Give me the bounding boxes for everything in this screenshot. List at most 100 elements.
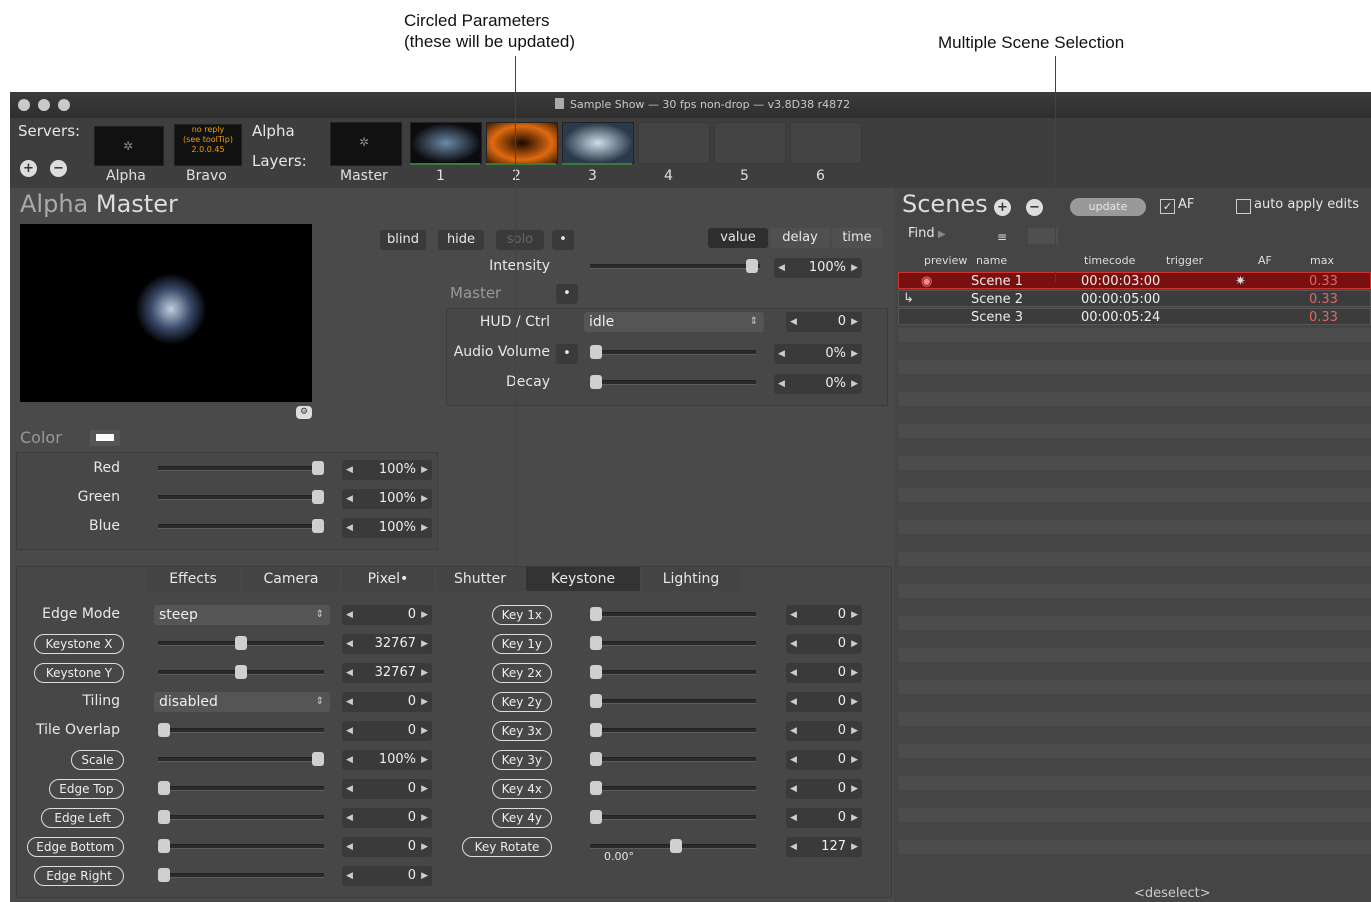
param-scale-slider[interactable] [158,752,324,766]
decrement-icon[interactable]: ◀ [346,721,353,741]
param-key-rotate-slider[interactable] [590,839,756,853]
increment-icon[interactable]: ▶ [851,344,858,364]
solo-toggle-button[interactable]: • [552,230,574,250]
scene-row[interactable]: Scene 3 00:00:05:24 0.33 [898,308,1371,325]
increment-icon[interactable]: ▶ [851,312,858,332]
increment-icon[interactable]: ▶ [421,779,428,799]
increment-icon[interactable]: ▶ [421,634,428,654]
param-edge-right-stepper[interactable]: ◀ 0 ▶ [342,866,432,886]
hide-button[interactable]: hide [438,230,484,250]
decrement-icon[interactable]: ◀ [790,750,797,770]
tab-camera[interactable]: Camera [242,567,340,591]
decrement-icon[interactable]: ◀ [346,518,353,538]
param-key-1y-slider[interactable] [590,636,756,650]
decrement-icon[interactable]: ◀ [790,634,797,654]
increment-icon[interactable]: ▶ [851,808,858,828]
param-tile-overlap-stepper[interactable]: ◀ 0 ▶ [342,721,432,741]
intensity-slider[interactable] [590,259,760,273]
tab-delay[interactable]: delay [770,228,830,248]
hud-select[interactable]: idle ⇕ [584,312,764,332]
blue-stepper[interactable]: ◀ 100% ▶ [342,518,432,538]
audio-slider-knob[interactable] [590,345,602,359]
layer-master-thumb[interactable]: ✲ [330,122,402,166]
param-key-3x-stepper[interactable]: ◀ 0 ▶ [786,721,862,741]
layer-3-thumb[interactable] [562,122,634,164]
close-window-icon[interactable] [18,99,30,111]
decrement-icon[interactable]: ◀ [778,374,785,394]
decrement-icon[interactable]: ◀ [346,489,353,509]
param-edge-top-knob[interactable] [158,781,170,795]
decrement-icon[interactable]: ◀ [346,750,353,770]
audio-volume-slider[interactable] [590,345,756,359]
increment-icon[interactable]: ▶ [421,663,428,683]
param-key-1x-knob[interactable] [590,607,602,621]
param-edge-left-knob[interactable] [158,810,170,824]
green-stepper[interactable]: ◀ 100% ▶ [342,489,432,509]
blue-slider-knob[interactable] [312,519,324,533]
increment-icon[interactable]: ▶ [851,663,858,683]
decrement-icon[interactable]: ◀ [346,866,353,886]
filter-field[interactable] [1028,228,1058,244]
decrement-icon[interactable]: ◀ [778,344,785,364]
find-label[interactable]: Find ▶ [908,226,946,241]
increment-icon[interactable]: ▶ [421,750,428,770]
param-edge-left-stepper[interactable]: ◀ 0 ▶ [342,808,432,828]
param-key-1x-slider[interactable] [590,607,756,621]
param-keystone-y-slider[interactable] [158,665,324,679]
increment-icon[interactable]: ▶ [851,605,858,625]
increment-icon[interactable]: ▶ [851,634,858,654]
param-key-2y-knob[interactable] [590,694,602,708]
param-keystone-x-stepper[interactable]: ◀ 32767 ▶ [342,634,432,654]
decrement-icon[interactable]: ◀ [790,721,797,741]
param-key-2x-knob[interactable] [590,665,602,679]
param-edge-right-knob[interactable] [158,868,170,882]
decay-slider-knob[interactable] [590,375,602,389]
param-edge-mode-stepper[interactable]: ◀ 0 ▶ [342,605,432,625]
decrement-icon[interactable]: ◀ [790,605,797,625]
param-edge-bottom-stepper[interactable]: ◀ 0 ▶ [342,837,432,857]
param-key-4x-stepper[interactable]: ◀ 0 ▶ [786,779,862,799]
param-key-1x-stepper[interactable]: ◀ 0 ▶ [786,605,862,625]
param-scale-stepper[interactable]: ◀ 100% ▶ [342,750,432,770]
increment-icon[interactable]: ▶ [421,837,428,857]
layer-6-thumb[interactable] [790,122,862,164]
tab-time[interactable]: time [832,228,882,248]
param-tile-overlap-slider[interactable] [158,723,324,737]
blind-button[interactable]: blind [380,230,426,250]
param-key-rotate-stepper[interactable]: ◀ 127 ▶ [786,837,862,857]
color-swatch[interactable] [90,430,120,446]
increment-icon[interactable]: ▶ [421,866,428,886]
green-slider-knob[interactable] [312,490,324,504]
param-key-2x-slider[interactable] [590,665,756,679]
increment-icon[interactable]: ▶ [421,721,428,741]
param-edge-bottom-knob[interactable] [158,839,170,853]
param-keystone-x-knob[interactable] [235,636,247,650]
param-key-4y-slider[interactable] [590,810,756,824]
increment-icon[interactable]: ▶ [851,750,858,770]
decrement-icon[interactable]: ◀ [346,634,353,654]
scene-row[interactable]: ◉ Scene 1 00:00:03:00 ✷ 0.33 [898,272,1371,289]
param-edge-bottom-slider[interactable] [158,839,324,853]
param-scale-knob[interactable] [312,752,324,766]
increment-icon[interactable]: ▶ [421,605,428,625]
layer-2-thumb[interactable] [486,122,558,164]
intensity-slider-knob[interactable] [746,259,758,273]
decay-stepper[interactable]: ◀ 0% ▶ [774,374,862,394]
audio-volume-stepper[interactable]: ◀ 0% ▶ [774,344,862,364]
deselect-button[interactable]: <deselect> [1134,886,1211,901]
param-key-3x-slider[interactable] [590,723,756,737]
param-key-2x-stepper[interactable]: ◀ 0 ▶ [786,663,862,683]
tab-pixel[interactable]: Pixel• [342,567,434,591]
auto-apply-checkbox[interactable] [1236,199,1251,214]
preview-settings-icon[interactable]: ⚙ [296,406,312,419]
param-key-3x-knob[interactable] [590,723,602,737]
param-keystone-x-slider[interactable] [158,636,324,650]
green-slider[interactable] [158,490,324,504]
decrement-icon[interactable]: ◀ [778,258,785,278]
increment-icon[interactable]: ▶ [851,374,858,394]
add-scene-icon[interactable]: + [994,199,1011,216]
param-key-4y-stepper[interactable]: ◀ 0 ▶ [786,808,862,828]
param-edge-mode-select[interactable]: steep ⇕ [154,605,330,625]
decrement-icon[interactable]: ◀ [346,692,353,712]
increment-icon[interactable]: ▶ [851,258,858,278]
